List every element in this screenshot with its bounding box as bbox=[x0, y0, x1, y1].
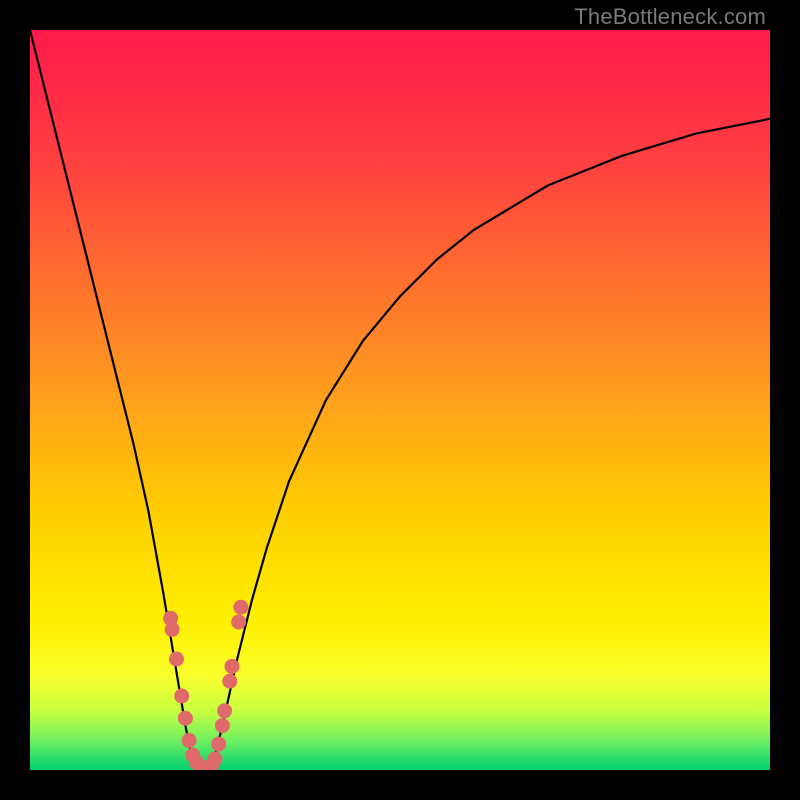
marker-point bbox=[231, 615, 246, 630]
marker-point bbox=[215, 718, 230, 733]
marker-point bbox=[222, 674, 237, 689]
bottleneck-curve bbox=[30, 30, 770, 770]
marker-point bbox=[165, 622, 180, 637]
marker-point bbox=[208, 751, 223, 766]
plot-area bbox=[30, 30, 770, 770]
curve-svg bbox=[30, 30, 770, 770]
marker-point bbox=[178, 711, 193, 726]
marker-point bbox=[217, 703, 232, 718]
marker-point bbox=[211, 737, 226, 752]
watermark-text: TheBottleneck.com bbox=[574, 4, 766, 30]
marker-point bbox=[225, 659, 240, 674]
marker-point bbox=[233, 600, 248, 615]
marker-point bbox=[169, 652, 184, 667]
chart-frame: TheBottleneck.com bbox=[0, 0, 800, 800]
marker-point bbox=[182, 733, 197, 748]
marker-point bbox=[174, 689, 189, 704]
marker-group bbox=[163, 600, 248, 770]
